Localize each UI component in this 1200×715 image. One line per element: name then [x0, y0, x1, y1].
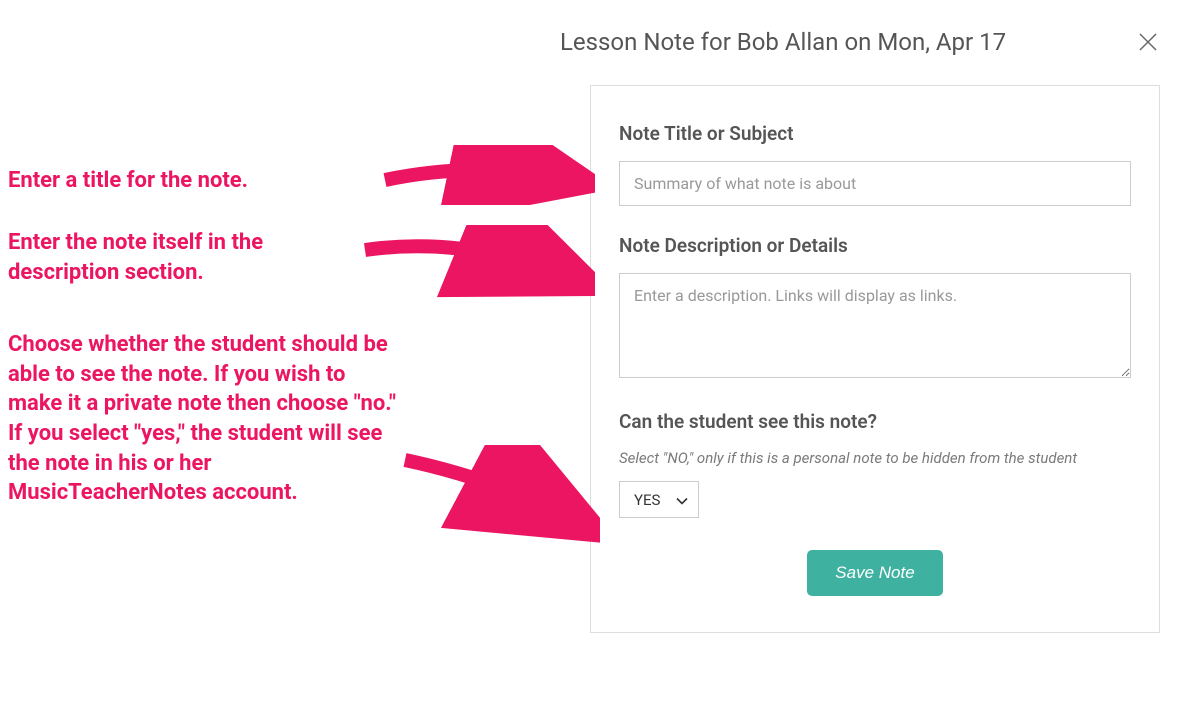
title-input[interactable] [619, 161, 1131, 206]
title-label: Note Title or Subject [619, 122, 1131, 145]
save-button[interactable]: Save Note [807, 550, 942, 596]
annotation-title: Enter a title for the note. [8, 166, 248, 196]
visibility-helper: Select "NO," only if this is a personal … [619, 449, 1131, 467]
arrow-icon [380, 145, 595, 205]
visibility-group: Can the student see this note? Select "N… [619, 410, 1131, 518]
arrow-icon [360, 225, 595, 305]
annotation-description: Enter the note itself in the description… [8, 228, 348, 287]
modal-body: Note Title or Subject Note Description o… [590, 85, 1160, 633]
visibility-label: Can the student see this note? [619, 410, 1131, 433]
arrow-icon [400, 445, 600, 545]
modal-header: Lesson Note for Bob Allan on Mon, Apr 17 [560, 28, 1160, 56]
button-row: Save Note [619, 550, 1131, 596]
close-icon[interactable] [1136, 30, 1160, 54]
description-group: Note Description or Details [619, 234, 1131, 382]
description-label: Note Description or Details [619, 234, 1131, 257]
description-textarea[interactable] [619, 273, 1131, 378]
visibility-selected-value: YES [634, 491, 660, 509]
modal-title: Lesson Note for Bob Allan on Mon, Apr 17 [560, 28, 1006, 56]
title-group: Note Title or Subject [619, 122, 1131, 206]
visibility-select[interactable]: YES [619, 481, 699, 518]
chevron-down-icon [676, 490, 688, 509]
annotation-visibility: Choose whether the student should be abl… [8, 330, 398, 508]
